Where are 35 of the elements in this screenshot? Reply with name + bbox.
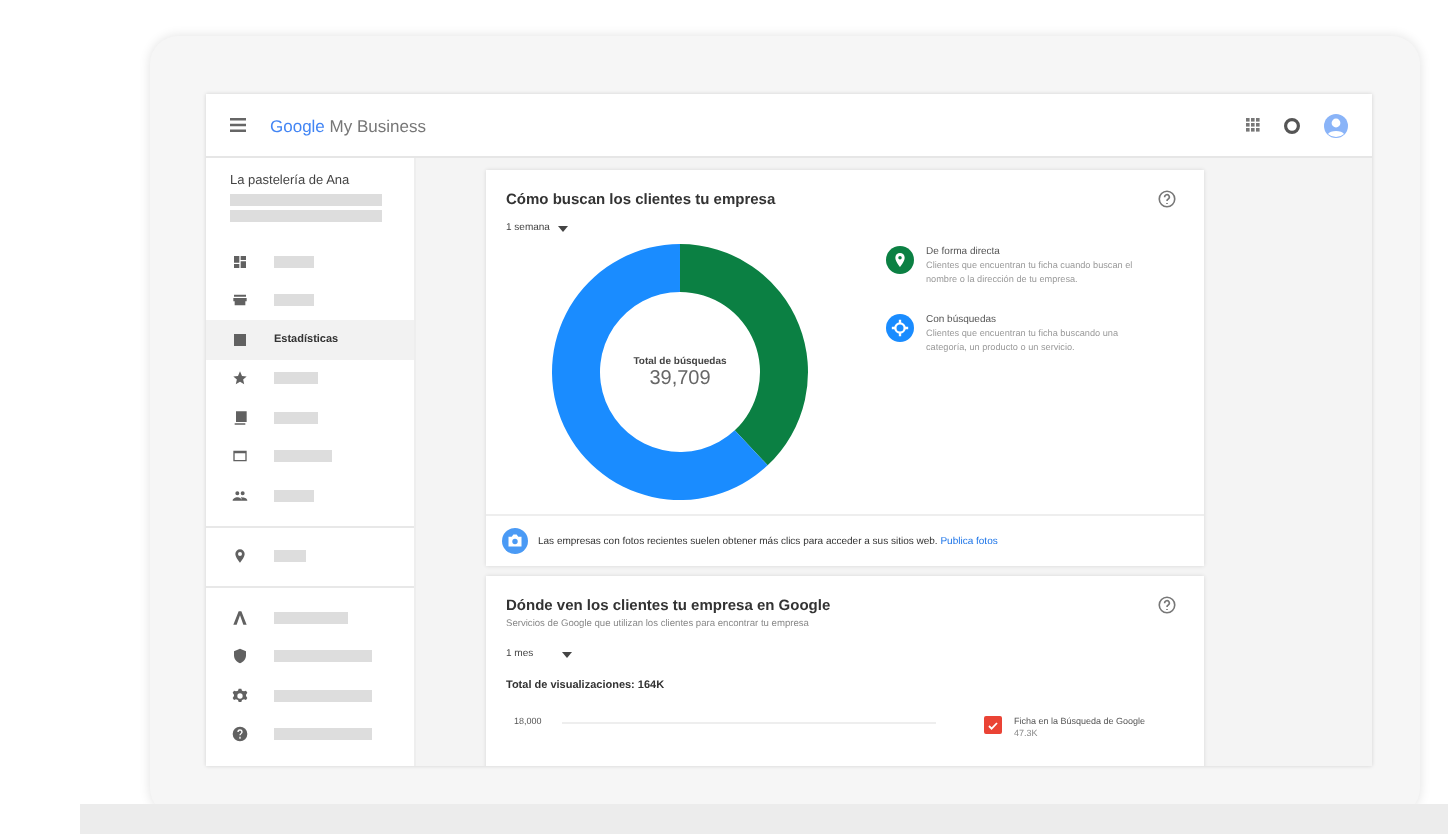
placeholder-bar xyxy=(274,611,348,624)
caret-icon xyxy=(561,651,572,657)
placeholder-bar xyxy=(274,550,306,563)
app-logo: Google My Business xyxy=(270,115,426,135)
help-icon[interactable] xyxy=(1158,190,1176,208)
placeholder-bar xyxy=(274,689,372,702)
caret-icon xyxy=(557,225,568,231)
help-icon[interactable] xyxy=(1158,596,1176,614)
triangle-logo-icon xyxy=(232,609,248,626)
placeholder-bar xyxy=(274,450,332,463)
help-icon xyxy=(232,726,248,743)
people-icon xyxy=(232,487,248,504)
star-icon xyxy=(232,370,248,387)
location-pin-icon xyxy=(232,548,248,565)
placeholder-bar xyxy=(274,728,372,741)
browser-icon xyxy=(232,448,248,465)
placeholder-bar xyxy=(274,650,372,663)
checkbox[interactable] xyxy=(984,716,1002,734)
placeholder-bar xyxy=(274,489,314,502)
placeholder-bar xyxy=(274,255,314,268)
store-icon xyxy=(232,292,248,309)
camera-icon xyxy=(502,528,528,554)
settings-icon xyxy=(232,687,248,704)
avatar-icon[interactable] xyxy=(1324,113,1348,137)
notifications-icon[interactable] xyxy=(1284,117,1300,133)
menu-icon[interactable] xyxy=(230,118,246,132)
placeholder-bar xyxy=(274,411,318,424)
photos-icon xyxy=(232,409,248,426)
dashboard-icon xyxy=(232,253,248,270)
apps-grid-icon[interactable] xyxy=(1246,118,1260,132)
placeholder-bar xyxy=(274,372,318,385)
placeholder-bar xyxy=(274,294,314,307)
total-value: 39,709 xyxy=(649,367,711,389)
shield-icon xyxy=(232,648,248,665)
chart-icon xyxy=(232,331,248,348)
